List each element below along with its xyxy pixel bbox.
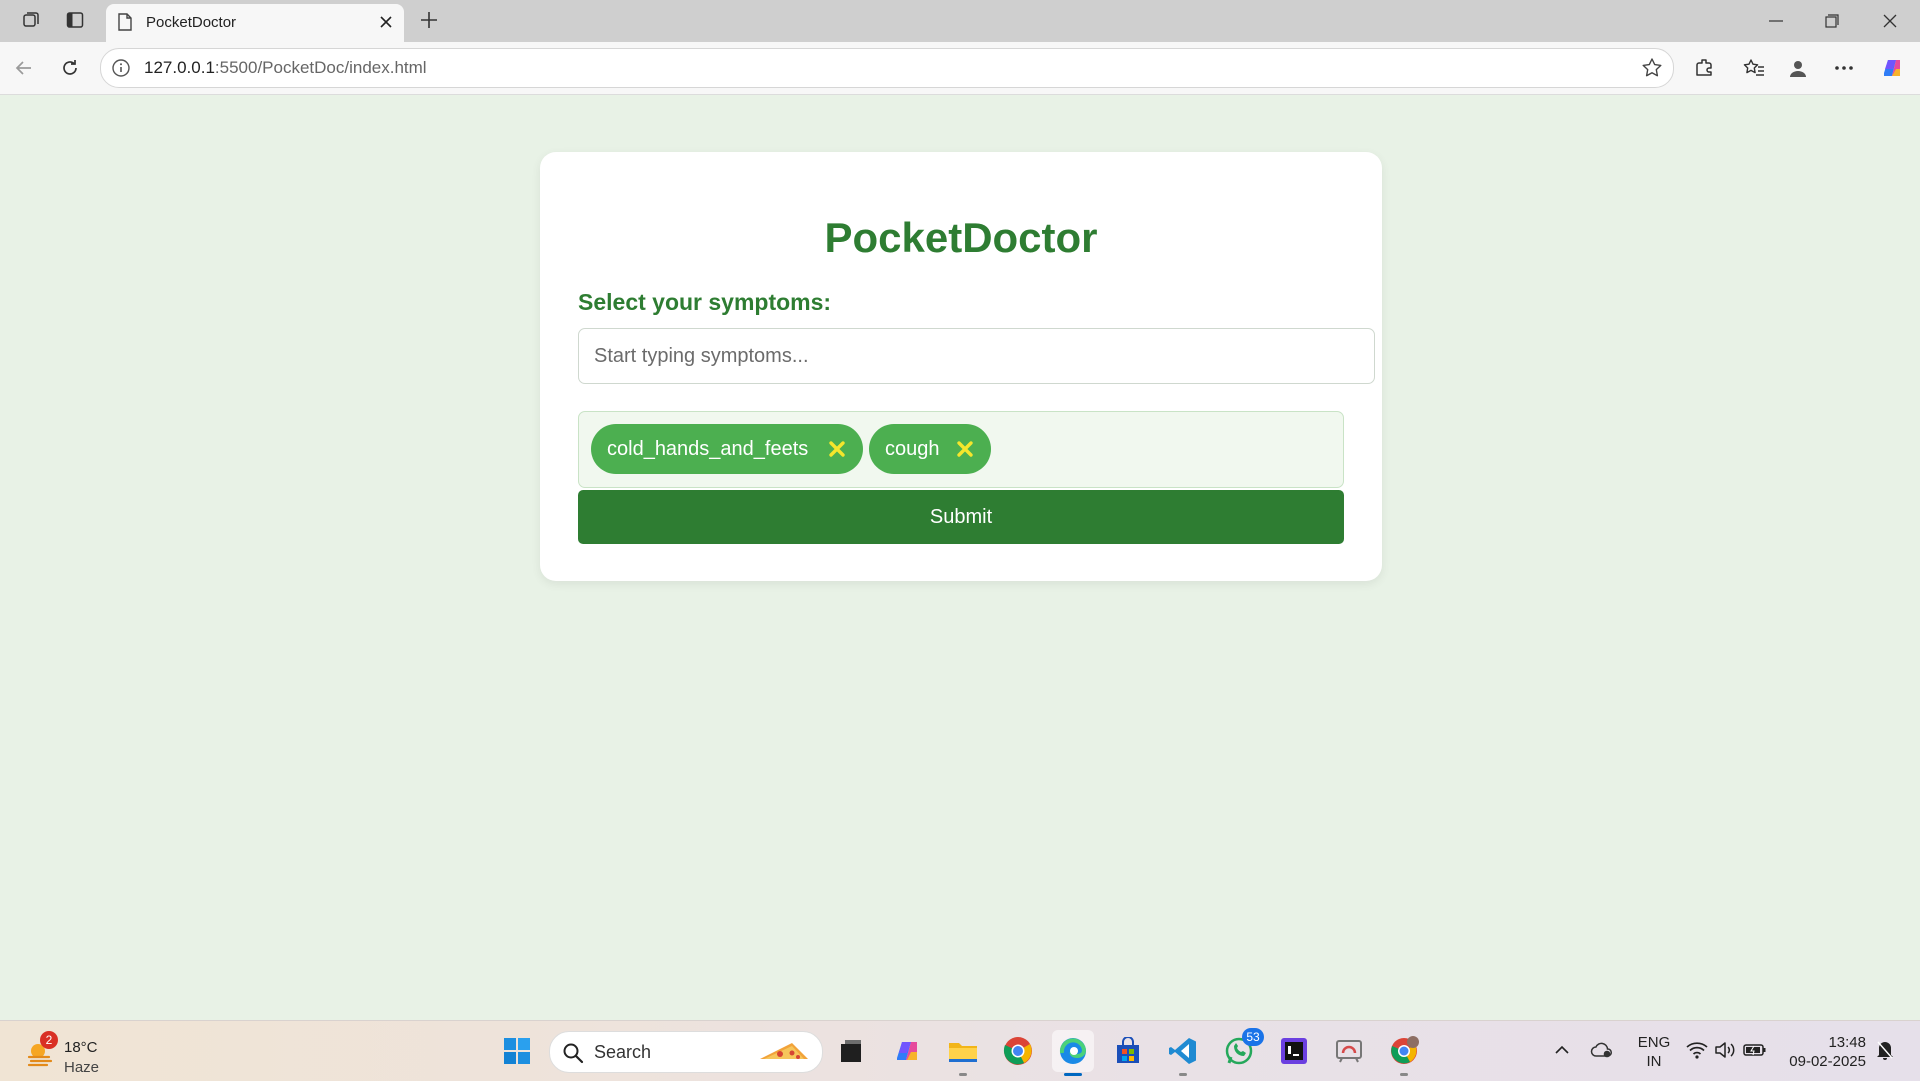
weather-temperature: 18°C <box>64 1039 98 1056</box>
more-options-icon[interactable] <box>1828 53 1860 83</box>
url-text: 127.0.0.1:5500/PocketDoc/index.html <box>144 58 427 78</box>
running-indicator <box>1179 1073 1187 1076</box>
cloud-sync-icon[interactable] <box>1589 1037 1615 1063</box>
close-tab-icon[interactable] <box>376 12 396 32</box>
notification-bell-icon[interactable] <box>1872 1037 1898 1063</box>
page-icon <box>118 13 132 31</box>
show-hidden-icons-chevron-icon[interactable] <box>1549 1037 1575 1063</box>
weather-condition: Haze <box>64 1059 100 1076</box>
symptom-chip-label: cold_hands_and_feets <box>607 437 809 460</box>
symptom-chip-cold-hands-and-feets: cold_hands_and_feets <box>591 424 863 474</box>
workspaces-icon[interactable] <box>16 6 46 34</box>
windows-taskbar: 2 18°C Haze Search 53 ENG IN 13:48 09-02… <box>0 1020 1920 1081</box>
running-indicator <box>1400 1073 1408 1076</box>
browser-toolbar: 127.0.0.1:5500/PocketDoc/index.html <box>0 42 1920 95</box>
back-icon[interactable] <box>8 53 40 83</box>
weather-widget[interactable]: 2 18°C Haze <box>20 1031 110 1076</box>
url-path: :5500/PocketDoc/index.html <box>214 58 427 77</box>
refresh-icon[interactable] <box>54 53 86 83</box>
taskbar-search-label: Search <box>594 1042 652 1062</box>
edge-icon[interactable] <box>1052 1030 1094 1076</box>
symptom-chip-cough: cough <box>869 424 991 474</box>
profile-icon[interactable] <box>1782 53 1814 83</box>
favorites-icon[interactable] <box>1738 53 1770 83</box>
vertical-tabs-icon[interactable] <box>60 6 90 34</box>
language-code: ENG <box>1637 1034 1671 1051</box>
symptom-chip-label: cough <box>885 437 940 460</box>
page-viewport: PocketDoctor Select your symptoms: cold_… <box>4 95 1918 1018</box>
microsoft-store-icon[interactable] <box>1107 1030 1149 1072</box>
extensions-icon[interactable] <box>1688 53 1720 83</box>
remote-desktop-icon[interactable] <box>1328 1030 1370 1072</box>
minimize-icon[interactable] <box>1748 0 1804 42</box>
clock-date: 09-02-2025 <box>1789 1053 1866 1070</box>
copilot-icon[interactable] <box>1876 53 1908 83</box>
restore-icon[interactable] <box>1804 0 1860 42</box>
url-host: 127.0.0.1 <box>144 58 215 77</box>
remove-chip-icon[interactable] <box>955 439 975 459</box>
whatsapp-icon[interactable]: 53 <box>1218 1028 1264 1072</box>
volume-icon[interactable] <box>1712 1037 1738 1063</box>
weather-badge: 2 <box>40 1031 58 1049</box>
selected-symptoms-box: cold_hands_and_feets cough <box>578 411 1344 488</box>
app-title: PocketDoctor <box>824 214 1098 261</box>
new-tab-icon[interactable] <box>414 6 444 34</box>
chrome-icon[interactable] <box>997 1030 1039 1072</box>
copilot-app-icon[interactable] <box>886 1030 928 1072</box>
address-bar[interactable]: 127.0.0.1:5500/PocketDoc/index.html <box>100 48 1674 88</box>
symptom-search-input[interactable] <box>578 328 1375 384</box>
close-window-icon[interactable] <box>1862 0 1918 42</box>
start-icon[interactable] <box>496 1030 538 1072</box>
input-language-indicator[interactable]: ENG IN <box>1634 1033 1674 1071</box>
region-code: IN <box>1646 1053 1662 1070</box>
symptoms-label: Select your symptoms: <box>578 289 832 315</box>
task-view-icon[interactable] <box>830 1030 872 1072</box>
site-info-icon[interactable] <box>111 58 131 78</box>
remove-chip-icon[interactable] <box>827 439 847 459</box>
search-icon <box>563 1043 584 1064</box>
tab-title: PocketDoctor <box>146 14 237 31</box>
whatsapp-unread-badge: 53 <box>1242 1028 1264 1046</box>
symptom-checker-card: PocketDoctor Select your symptoms: cold_… <box>540 152 1382 581</box>
running-indicator <box>1064 1073 1082 1076</box>
file-explorer-icon[interactable] <box>942 1030 984 1076</box>
running-indicator <box>959 1073 967 1076</box>
taskbar-search[interactable]: Search <box>549 1031 823 1073</box>
favorite-star-icon[interactable] <box>1641 57 1663 79</box>
submit-button[interactable]: Submit <box>578 490 1344 544</box>
active-tab[interactable]: PocketDoctor <box>106 4 404 42</box>
system-clock[interactable]: 13:48 09-02-2025 <box>1776 1033 1866 1071</box>
intellij-icon[interactable] <box>1273 1030 1315 1072</box>
clock-time: 13:48 <box>1828 1034 1866 1051</box>
search-highlight-pizza-icon <box>760 1043 808 1059</box>
vscode-icon[interactable] <box>1162 1030 1204 1076</box>
browser-tab-strip: PocketDoctor <box>0 0 1920 42</box>
chrome-profile-icon[interactable] <box>1383 1030 1425 1076</box>
wifi-icon[interactable] <box>1684 1037 1710 1063</box>
battery-icon[interactable] <box>1742 1037 1768 1063</box>
